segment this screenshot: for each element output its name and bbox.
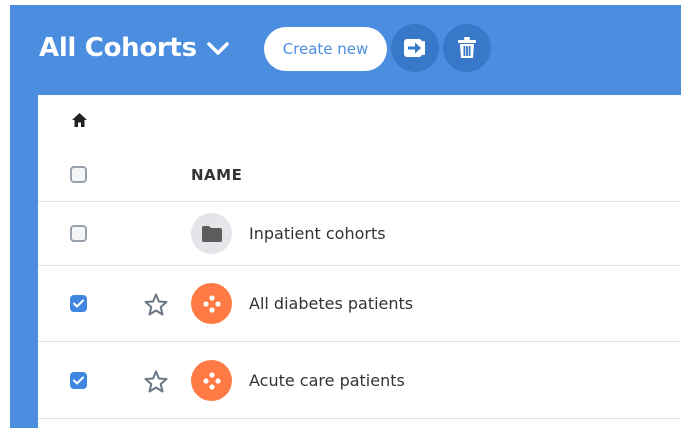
table-header-row: NAME (38, 147, 681, 202)
item-name[interactable]: Acute care patients (249, 371, 405, 390)
cohort-list-panel: NAME Inpatient cohorts All diabetes pati… (38, 95, 681, 428)
star-icon[interactable] (144, 370, 168, 393)
chevron-down-icon (207, 42, 229, 55)
create-new-button[interactable]: Create new (264, 27, 387, 71)
row-checkbox[interactable] (70, 225, 87, 242)
folder-avatar (191, 213, 232, 254)
cohort-avatar (191, 283, 232, 324)
left-margin (0, 0, 10, 428)
table-row[interactable]: All diabetes patients (38, 266, 681, 342)
select-all-checkbox[interactable] (70, 166, 87, 183)
table-row[interactable]: Inpatient cohorts (38, 202, 681, 266)
column-header-name: NAME (191, 166, 243, 184)
cohort-icon (202, 371, 221, 390)
page-title: All Cohorts (39, 33, 197, 63)
checkmark-icon (73, 376, 84, 385)
cohort-selector[interactable]: All Cohorts (39, 33, 229, 63)
cohort-icon (202, 294, 221, 313)
trash-icon (458, 37, 476, 58)
home-icon[interactable] (72, 113, 87, 127)
item-name[interactable]: All diabetes patients (249, 294, 413, 313)
delete-button[interactable] (443, 24, 491, 72)
row-checkbox[interactable] (70, 372, 87, 389)
move-button[interactable] (391, 24, 439, 72)
table-row[interactable]: Acute care patients (38, 342, 681, 419)
checkmark-icon (73, 299, 84, 308)
item-name[interactable]: Inpatient cohorts (249, 224, 386, 243)
row-checkbox[interactable] (70, 295, 87, 312)
cohorts-window: All Cohorts Create new NAME Inpatient co… (10, 5, 681, 428)
move-to-icon (404, 39, 425, 57)
folder-icon (201, 225, 222, 242)
cohort-avatar (191, 360, 232, 401)
star-icon[interactable] (144, 293, 168, 316)
